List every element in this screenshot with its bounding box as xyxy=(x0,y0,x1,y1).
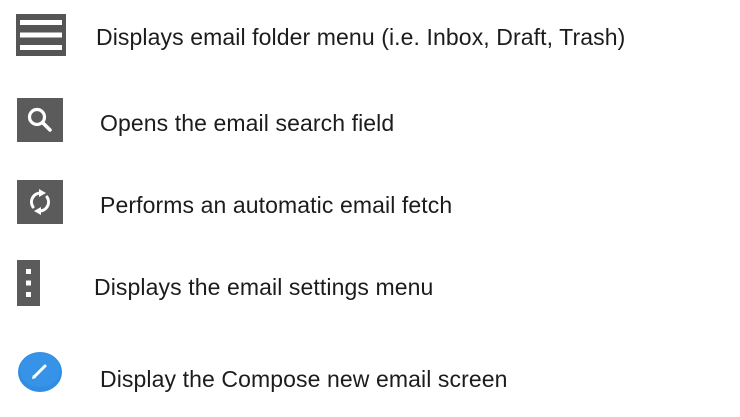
legend-label-compose: Display the Compose new email screen xyxy=(100,366,508,392)
legend-label-settings-menu: Displays the email settings menu xyxy=(94,274,434,300)
legend-row-folder-menu: Displays email folder menu (i.e. Inbox, … xyxy=(0,14,740,74)
legend-row-refresh: Performs an automatic email fetch xyxy=(0,180,740,240)
legend-label-refresh: Performs an automatic email fetch xyxy=(100,192,453,218)
legend-row-settings-menu: Displays the email settings menu xyxy=(0,260,740,322)
legend-row-search: Opens the email search field xyxy=(0,98,740,158)
hamburger-menu-icon[interactable] xyxy=(16,14,66,56)
search-icon[interactable] xyxy=(17,98,63,142)
compose-icon[interactable] xyxy=(16,350,64,394)
more-vertical-icon[interactable] xyxy=(17,260,40,306)
refresh-icon[interactable] xyxy=(17,180,63,224)
legend-label-search: Opens the email search field xyxy=(100,110,395,136)
legend-row-compose: Display the Compose new email screen xyxy=(0,344,740,404)
icon-legend: Displays email folder menu (i.e. Inbox, … xyxy=(0,0,740,417)
legend-label-folder-menu: Displays email folder menu (i.e. Inbox, … xyxy=(96,24,626,50)
